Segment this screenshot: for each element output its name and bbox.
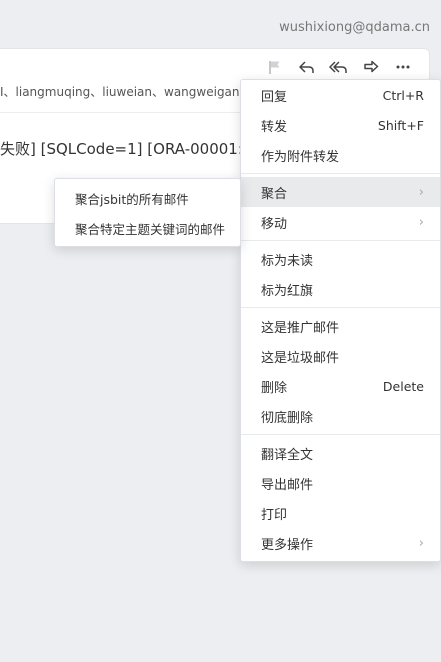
- menu-item-forward[interactable]: 转发 Shift+F: [241, 110, 440, 140]
- menu-separator: [241, 434, 440, 435]
- menu-item-shortcut: Delete: [382, 378, 424, 394]
- menu-item-label: 标为红旗: [261, 283, 314, 299]
- reply-button[interactable]: [291, 55, 323, 79]
- menu-item-reply[interactable]: 回复 Ctrl+R: [241, 80, 440, 110]
- menu-item-aggregate[interactable]: 聚合 ›: [241, 177, 440, 207]
- menu-item-label: 翻译全文: [261, 447, 314, 463]
- chevron-right-icon: ›: [418, 184, 424, 200]
- submenu-item-aggregate-subject[interactable]: 聚合特定主题关键词的邮件: [55, 213, 240, 243]
- reply-all-icon: [329, 61, 347, 73]
- menu-item-label: 导出邮件: [261, 477, 314, 493]
- menu-separator: [241, 240, 440, 241]
- menu-item-label: 聚合: [261, 186, 288, 202]
- menu-item-label: 标为未读: [261, 253, 314, 269]
- menu-item-delete[interactable]: 删除 Delete: [241, 371, 440, 401]
- menu-item-promo[interactable]: 这是推广邮件: [241, 311, 440, 341]
- menu-item-export[interactable]: 导出邮件: [241, 468, 440, 498]
- recipients-line: I、liangmuqing、liuweian、wangweigang: [0, 85, 248, 99]
- menu-item-label: 作为附件转发: [261, 149, 340, 165]
- aggregate-submenu: 聚合jsbit的所有邮件 聚合特定主题关键词的邮件: [54, 178, 241, 247]
- menu-item-shortcut: Shift+F: [377, 117, 424, 133]
- chevron-right-icon: ›: [418, 214, 424, 230]
- menu-item-label: 彻底删除: [261, 410, 314, 426]
- menu-item-label: 打印: [261, 507, 288, 523]
- menu-item-label: 转发: [261, 119, 288, 135]
- menu-item-mark-flag[interactable]: 标为红旗: [241, 274, 440, 304]
- context-menu: 回复 Ctrl+R 转发 Shift+F 作为附件转发 聚合 › 移动 › 标为未读标为红旗这是推…: [240, 79, 441, 562]
- mail-toolbar: [259, 55, 419, 79]
- menu-item-more-actions[interactable]: 更多操作 ›: [241, 528, 440, 558]
- forward-icon: [364, 60, 379, 73]
- menu-item-label: 删除: [261, 380, 288, 396]
- menu-item-move[interactable]: 移动 ›: [241, 207, 440, 237]
- menu-item-label: 这是垃圾邮件: [261, 350, 340, 366]
- mail-body-excerpt: 失败] [SQLCode=1] [ORA-00001: 违: [0, 140, 250, 158]
- menu-item-forward-as-attachment[interactable]: 作为附件转发: [241, 140, 440, 170]
- reply-icon: [299, 61, 314, 73]
- menu-item-shortcut: Ctrl+R: [382, 87, 424, 103]
- menu-item-label: 这是推广邮件: [261, 320, 340, 336]
- menu-item-label: 回复: [261, 89, 288, 105]
- reply-all-button[interactable]: [323, 55, 355, 79]
- menu-separator: [241, 307, 440, 308]
- menu-item-delete-permanently[interactable]: 彻底删除: [241, 401, 440, 431]
- menu-item-translate[interactable]: 翻译全文: [241, 438, 440, 468]
- forward-button[interactable]: [355, 55, 387, 79]
- menu-separator: [241, 173, 440, 174]
- menu-item-label: 更多操作: [261, 537, 314, 553]
- more-button[interactable]: [387, 55, 419, 79]
- menu-item-print[interactable]: 打印: [241, 498, 440, 528]
- flag-icon: [269, 61, 280, 74]
- menu-item-mark-unread[interactable]: 标为未读: [241, 244, 440, 274]
- menu-item-spam[interactable]: 这是垃圾邮件: [241, 341, 440, 371]
- submenu-item-aggregate-sender[interactable]: 聚合jsbit的所有邮件: [55, 183, 240, 213]
- chevron-right-icon: ›: [418, 535, 424, 551]
- menu-item-label: 移动: [261, 216, 288, 232]
- account-label: wushixiong@qdama.cn: [279, 20, 430, 35]
- flag-button[interactable]: [259, 55, 291, 79]
- more-icon: [396, 65, 410, 69]
